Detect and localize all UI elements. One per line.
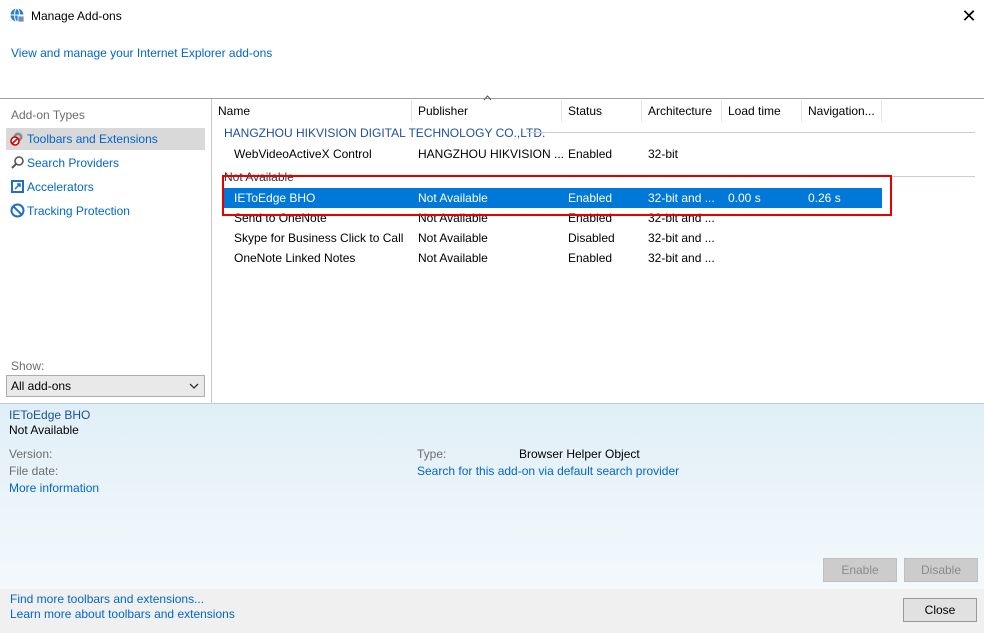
addon-architecture: 32-bit bbox=[648, 147, 679, 161]
addon-publisher: Not Available bbox=[418, 231, 488, 245]
addon-architecture: 32-bit and ... bbox=[648, 231, 715, 245]
type-label: Search Providers bbox=[27, 156, 120, 170]
show-filter-dropdown[interactable]: All add-ons bbox=[6, 375, 205, 397]
type-label: Accelerators bbox=[27, 180, 94, 194]
addon-status: Enabled bbox=[568, 251, 613, 265]
search-addon-link[interactable]: Search for this add-on via default searc… bbox=[417, 464, 679, 478]
show-filter-value: All add-ons bbox=[11, 379, 72, 393]
column-header-navigation[interactable]: Navigation... bbox=[808, 104, 875, 122]
gear-block-icon bbox=[10, 132, 23, 146]
sort-ascending-icon bbox=[483, 95, 492, 101]
addon-status: Enabled bbox=[568, 147, 613, 161]
addon-types-label: Add-on Types bbox=[11, 108, 85, 122]
disable-button[interactable]: Disable bbox=[904, 558, 978, 582]
group-divider bbox=[527, 132, 975, 133]
close-window-button[interactable]: ✕ bbox=[957, 4, 981, 28]
search-icon bbox=[11, 156, 24, 169]
red-highlight-box bbox=[222, 175, 892, 216]
type-search-providers[interactable]: Search Providers bbox=[6, 152, 205, 174]
block-icon bbox=[10, 203, 25, 218]
detail-type-label: Type: bbox=[417, 447, 447, 461]
column-separator[interactable] bbox=[881, 100, 882, 122]
find-more-toolbars-link[interactable]: Find more toolbars and extensions... bbox=[10, 592, 204, 606]
column-header-status[interactable]: Status bbox=[568, 104, 602, 122]
addon-row-onenote-linked-notes[interactable]: OneNote Linked Notes Not Available Enabl… bbox=[224, 248, 882, 268]
accelerator-icon bbox=[11, 180, 24, 193]
addon-name: WebVideoActiveX Control bbox=[234, 147, 372, 161]
title-bar: Manage Add-ons ✕ bbox=[0, 0, 984, 32]
column-header-load-time[interactable]: Load time bbox=[728, 104, 781, 122]
column-separator[interactable] bbox=[641, 100, 642, 122]
more-information-link[interactable]: More information bbox=[9, 481, 99, 495]
learn-more-toolbars-link[interactable]: Learn more about toolbars and extensions bbox=[10, 607, 235, 621]
type-label: Tracking Protection bbox=[27, 204, 130, 218]
enable-button[interactable]: Enable bbox=[823, 558, 897, 582]
column-header-publisher[interactable]: Publisher bbox=[418, 104, 468, 122]
type-label: Toolbars and Extensions bbox=[27, 132, 158, 146]
addon-row-skype-click-to-call[interactable]: Skype for Business Click to Call Not Ava… bbox=[224, 228, 882, 248]
addon-name: OneNote Linked Notes bbox=[234, 251, 356, 265]
addon-publisher: Not Available bbox=[418, 251, 488, 265]
ie-addons-icon bbox=[10, 8, 25, 23]
group-label-hikvision: HANGZHOU HIKVISION DIGITAL TECHNOLOGY CO… bbox=[224, 126, 546, 140]
type-tracking-protection[interactable]: Tracking Protection bbox=[6, 200, 205, 222]
addon-name: Skype for Business Click to Call bbox=[234, 231, 404, 245]
detail-type-value: Browser Helper Object bbox=[519, 447, 640, 461]
detail-file-date-label: File date: bbox=[9, 464, 59, 478]
column-separator[interactable] bbox=[721, 100, 722, 122]
addon-architecture: 32-bit and ... bbox=[648, 251, 715, 265]
addon-row-webvideoactivex[interactable]: WebVideoActiveX Control HANGZHOU HIKVISI… bbox=[224, 144, 882, 164]
column-header-name[interactable]: Name bbox=[218, 104, 250, 122]
view-manage-addons-link[interactable]: View and manage your Internet Explorer a… bbox=[11, 46, 272, 60]
addon-status: Disabled bbox=[568, 231, 615, 245]
column-separator[interactable] bbox=[411, 100, 412, 122]
detail-addon-name: IEToEdge BHO bbox=[9, 408, 91, 422]
column-header-architecture[interactable]: Architecture bbox=[648, 104, 712, 122]
chevron-down-icon bbox=[189, 383, 199, 389]
type-accelerators[interactable]: Accelerators bbox=[6, 176, 205, 198]
column-separator[interactable] bbox=[561, 100, 562, 122]
close-button[interactable]: Close bbox=[903, 598, 977, 622]
show-label: Show: bbox=[11, 359, 45, 373]
addon-publisher: HANGZHOU HIKVISION ... bbox=[418, 147, 565, 161]
window-title: Manage Add-ons bbox=[31, 9, 122, 23]
column-separator[interactable] bbox=[801, 100, 802, 122]
detail-publisher: Not Available bbox=[9, 423, 79, 437]
detail-version-label: Version: bbox=[9, 447, 53, 461]
type-toolbars-extensions[interactable]: Toolbars and Extensions bbox=[6, 128, 205, 150]
